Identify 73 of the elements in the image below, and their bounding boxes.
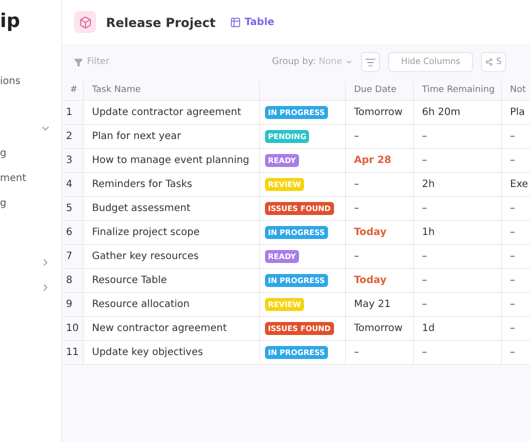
due-date: –: [354, 347, 359, 358]
time-remaining: 2h: [422, 179, 435, 190]
row-number: 8: [66, 275, 72, 286]
due-date: May 21: [354, 299, 391, 310]
time-remaining: 6h 20m: [422, 107, 460, 118]
notes-text: –: [510, 131, 515, 142]
task-name: New contractor agreement: [92, 323, 227, 334]
due-date: Apr 28: [354, 155, 392, 166]
sidebar-item[interactable]: g: [0, 198, 6, 209]
time-remaining: –: [422, 347, 427, 358]
row-number: 10: [66, 323, 79, 334]
notes-text: –: [510, 155, 515, 166]
table-view-tab[interactable]: Table: [226, 14, 278, 30]
notes-text: –: [510, 251, 515, 262]
time-remaining: –: [422, 275, 427, 286]
time-remaining: –: [422, 131, 427, 142]
group-by-dropdown[interactable]: Group by: None: [272, 57, 354, 67]
task-name: Plan for next year: [92, 131, 182, 142]
project-title: Release Project: [106, 14, 216, 30]
notes-text: –: [510, 203, 515, 214]
notes-text: –: [510, 323, 515, 334]
row-number: 1: [66, 107, 72, 118]
caret-icon: [345, 58, 354, 66]
due-date: Today: [354, 275, 386, 286]
time-remaining: –: [422, 251, 427, 262]
notes-text: –: [510, 299, 515, 310]
cube-icon: [74, 11, 96, 33]
sidebar-item[interactable]: ment: [0, 173, 26, 184]
task-name: Update key objectives: [92, 347, 203, 358]
column-header: #: [62, 80, 84, 101]
task-name: Resource Table: [92, 275, 167, 286]
task-name: Finalize project scope: [92, 227, 200, 238]
notes-text: –: [510, 275, 515, 286]
row-number: 9: [66, 299, 72, 310]
sidebar-item[interactable]: ions: [0, 76, 20, 87]
due-date: Tomorrow: [354, 323, 403, 334]
due-date: –: [354, 251, 359, 262]
due-date: –: [354, 203, 359, 214]
time-remaining: –: [422, 155, 427, 166]
notes-text: Pla: [510, 107, 525, 118]
row-number: 6: [66, 227, 72, 238]
share-icon: [485, 58, 494, 66]
task-name: How to manage event planning: [92, 155, 250, 166]
task-name: Reminders for Tasks: [92, 179, 192, 190]
row-number: 5: [66, 203, 72, 214]
hide-columns-button[interactable]: Hide Columns: [388, 52, 474, 72]
row-number: 3: [66, 155, 72, 166]
share-button[interactable]: S: [481, 52, 506, 72]
filter-field[interactable]: Filter: [87, 57, 110, 67]
notes-text: –: [510, 227, 515, 238]
due-date: –: [354, 131, 359, 142]
logo-text: ip: [0, 10, 20, 32]
due-date: Tomorrow: [354, 107, 403, 118]
filter-icon[interactable]: [74, 58, 83, 66]
time-remaining: –: [422, 299, 427, 310]
task-name: Update contractor agreement: [92, 107, 242, 118]
task-name: Budget assessment: [92, 203, 190, 214]
notes-text: –: [510, 347, 515, 358]
row-number: 7: [66, 251, 72, 262]
task-name: Resource allocation: [92, 299, 190, 310]
row-number: 4: [66, 179, 72, 190]
task-name: Gather key resources: [92, 251, 199, 262]
time-remaining: 1h: [422, 227, 435, 238]
sidebar-item[interactable]: g: [0, 148, 6, 159]
due-date: –: [354, 179, 359, 190]
row-number: 11: [66, 347, 79, 358]
due-date: Today: [354, 227, 386, 238]
time-remaining: 1d: [422, 323, 435, 334]
row-number: 2: [66, 131, 72, 142]
time-remaining: –: [422, 203, 427, 214]
table-icon: [230, 16, 241, 28]
notes-text: Exe: [510, 179, 528, 190]
sort-icon[interactable]: [361, 52, 380, 72]
